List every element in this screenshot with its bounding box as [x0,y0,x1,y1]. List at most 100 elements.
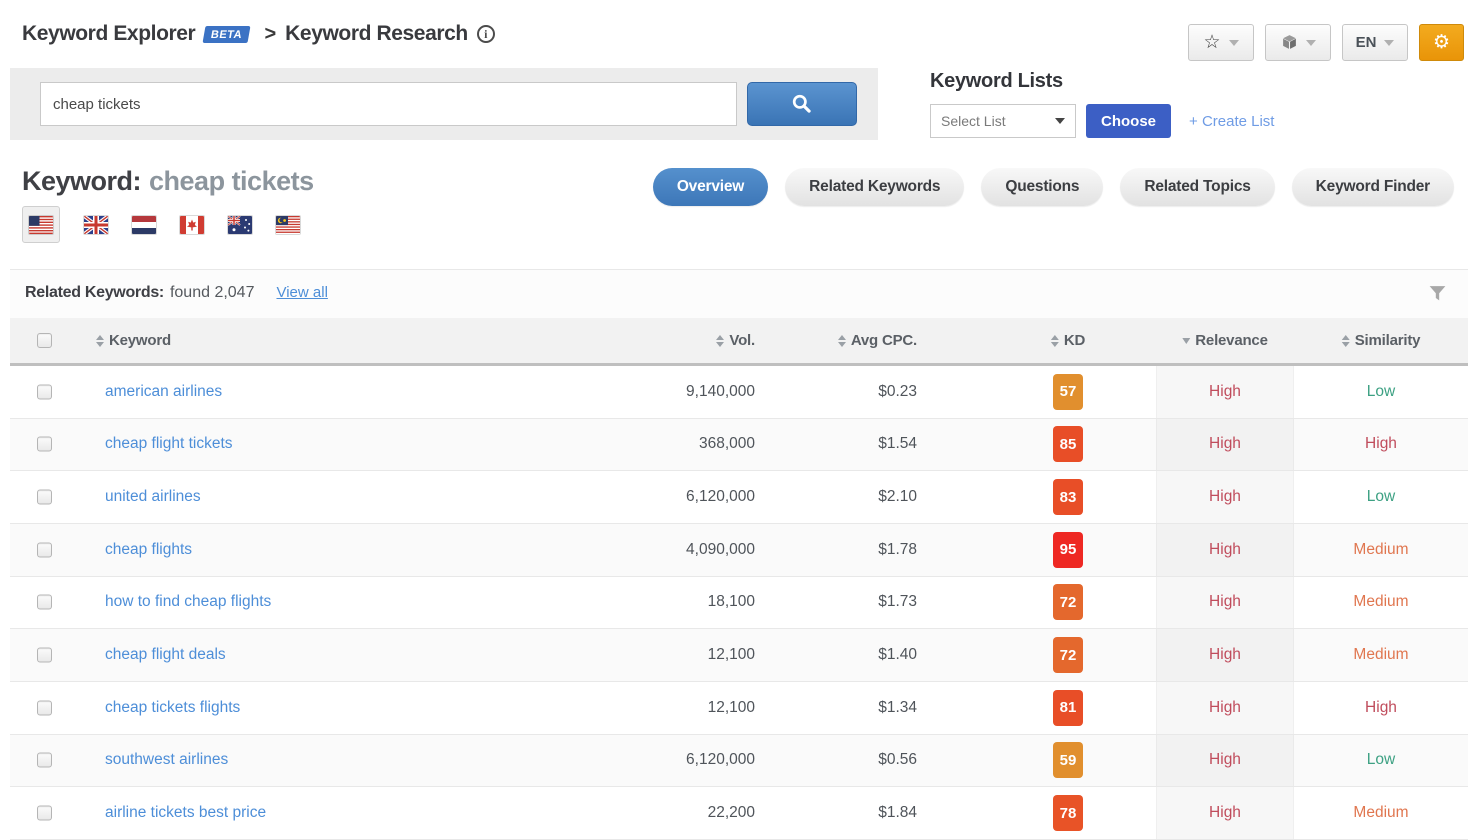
keyword-link[interactable]: how to find cheap flights [105,593,271,611]
kd-badge: 57 [1053,374,1083,410]
row-checkbox[interactable] [37,542,52,557]
row-checkbox[interactable] [37,806,52,821]
table-body: american airlines9,140,000$0.2357HighLow… [10,366,1468,840]
volume-value: 6,120,000 [686,751,755,769]
flag-gb[interactable] [84,216,108,234]
keyword-explorer-page: Keyword Explorer BETA > Keyword Research… [0,0,1478,840]
create-list-link[interactable]: + Create List [1189,113,1274,130]
avg-cpc-value: $1.40 [878,646,917,664]
kd-badge: 72 [1053,637,1083,673]
chevron-down-icon [1055,118,1065,124]
volume-value: 368,000 [699,435,755,453]
column-header-avg-cpc[interactable]: Avg CPC. [838,318,917,363]
kd-badge: 83 [1053,479,1083,515]
ca-flag-icon [180,216,204,234]
column-header-relevance[interactable]: Relevance [1182,318,1267,363]
keyword-search-input[interactable] [40,82,737,126]
favorites-dropdown-button[interactable]: ☆ [1188,24,1254,61]
flag-au[interactable] [228,216,252,234]
filter-icon[interactable] [1427,283,1448,304]
select-list-dropdown[interactable]: Select List [930,104,1076,138]
chevron-down-icon [1384,40,1394,46]
flag-nl[interactable] [132,216,156,234]
tab-questions[interactable]: Questions [981,168,1103,206]
keyword-link[interactable]: cheap tickets flights [105,699,240,717]
select-list-value: Select List [941,113,1006,129]
table-row: cheap flights4,090,000$1.7895HighMedium [10,524,1468,577]
related-keywords-table: Keyword Vol. Avg CPC. KD Relevan [10,318,1468,840]
column-header-vol[interactable]: Vol. [716,318,755,363]
kd-badge: 95 [1053,532,1083,568]
choose-button[interactable]: Choose [1086,104,1171,138]
au-flag-icon [228,216,252,234]
gb-flag-icon [84,216,108,234]
gear-icon: ⚙ [1433,33,1450,52]
keyword-link[interactable]: american airlines [105,383,222,401]
similarity-value: Low [1367,383,1395,401]
keyword-link[interactable]: cheap flights [105,541,192,559]
avg-cpc-value: $2.10 [878,488,917,506]
table-row: cheap flight deals12,100$1.4072HighMediu… [10,629,1468,682]
results-found-count: found 2,047 [170,284,255,302]
relevance-value: High [1209,593,1241,611]
volume-value: 18,100 [708,593,755,611]
kd-badge: 72 [1053,584,1083,620]
similarity-value: Low [1367,751,1395,769]
row-checkbox[interactable] [37,437,52,452]
kd-badge: 59 [1053,742,1083,778]
results-bar: Related Keywords: found 2,047 View all [10,269,1468,318]
select-all-checkbox[interactable] [37,333,52,348]
relevance-value: High [1209,435,1241,453]
tab-overview[interactable]: Overview [653,168,768,206]
tab-keyword-finder[interactable]: Keyword Finder [1292,168,1454,206]
sort-icon [838,335,846,347]
similarity-value: Medium [1353,593,1408,611]
flag-us-selected[interactable] [22,206,60,243]
view-all-link[interactable]: View all [276,284,327,301]
keyword-heading-label: Keyword: [22,166,141,196]
flag-ca[interactable] [180,216,204,234]
header-buttons: ☆ EN ⚙ [1188,24,1464,61]
page-title: Keyword Research [285,22,468,46]
settings-button[interactable]: ⚙ [1419,24,1464,61]
row-checkbox[interactable] [37,490,52,505]
row-checkbox[interactable] [37,753,52,768]
row-checkbox[interactable] [37,648,52,663]
similarity-value: Medium [1353,646,1408,664]
relevance-value: High [1209,488,1241,506]
keyword-link[interactable]: airline tickets best price [105,804,266,822]
column-header-kd[interactable]: KD [1051,318,1085,363]
row-checkbox[interactable] [37,700,52,715]
table-row: united airlines6,120,000$2.1083HighLow [10,471,1468,524]
column-header-similarity[interactable]: Similarity [1342,318,1421,363]
keyword-link[interactable]: cheap flight tickets [105,435,233,453]
tab-related-topics[interactable]: Related Topics [1120,168,1274,206]
country-flags-row [22,206,300,243]
keyword-link[interactable]: cheap flight deals [105,646,226,664]
similarity-value: High [1365,699,1397,717]
tab-related-keywords[interactable]: Related Keywords [785,168,964,206]
volume-value: 12,100 [708,699,755,717]
keyword-lists-section: Keyword Lists Select List Choose + Creat… [930,70,1274,138]
kd-badge: 78 [1053,795,1083,831]
projects-dropdown-button[interactable] [1265,24,1331,61]
keyword-lists-title: Keyword Lists [930,70,1274,93]
language-dropdown-button[interactable]: EN [1342,24,1408,61]
keyword-link[interactable]: united airlines [105,488,201,506]
kd-badge: 81 [1053,690,1083,726]
keyword-link[interactable]: southwest airlines [105,751,228,769]
breadcrumb-separator: > [264,23,276,46]
search-button[interactable] [747,82,857,126]
relevance-value: High [1209,541,1241,559]
app-header: Keyword Explorer BETA > Keyword Research… [22,22,495,46]
table-row: cheap flight tickets368,000$1.5485HighHi… [10,419,1468,472]
row-checkbox[interactable] [37,595,52,610]
info-icon[interactable]: i [477,25,495,43]
kd-badge: 85 [1053,426,1083,462]
flag-my[interactable] [276,216,300,234]
column-header-keyword[interactable]: Keyword [96,318,171,363]
relevance-value: High [1209,383,1241,401]
avg-cpc-value: $1.73 [878,593,917,611]
row-checkbox[interactable] [37,384,52,399]
sort-icon [1342,335,1350,347]
